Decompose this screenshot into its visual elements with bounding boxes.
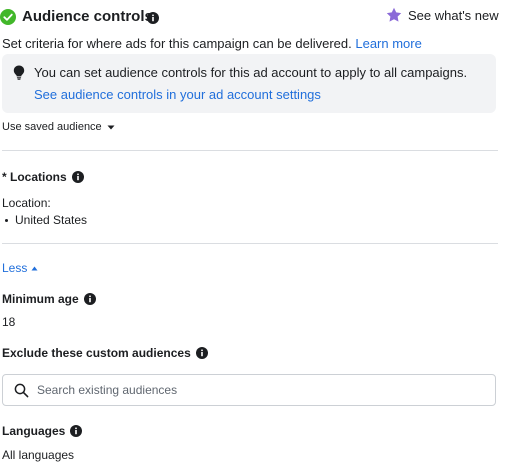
description: Set criteria for where ads for this camp…	[2, 36, 422, 51]
page-title: Audience controls	[22, 8, 153, 25]
exclude-audiences-heading: Exclude these custom audiences	[2, 346, 208, 360]
search-audiences-input[interactable]	[37, 375, 477, 405]
info-icon[interactable]	[147, 12, 159, 24]
info-icon[interactable]	[71, 171, 84, 183]
bullet-icon	[5, 218, 8, 222]
divider	[2, 243, 498, 244]
locations-title: * Locations	[2, 170, 67, 184]
check-circle-icon	[0, 9, 16, 25]
location-item: United States	[5, 213, 87, 227]
languages-value[interactable]: All languages	[2, 448, 74, 462]
whats-new-label: See what's new	[408, 7, 499, 23]
info-icon[interactable]	[83, 293, 96, 305]
lightbulb-icon	[13, 65, 25, 80]
see-whats-new-button[interactable]: See what's new	[386, 7, 499, 23]
languages-title: Languages	[2, 424, 66, 438]
less-label: Less	[2, 261, 28, 275]
exclude-audiences-title: Exclude these custom audiences	[2, 346, 191, 360]
notice-box: You can set audience controls for this a…	[2, 54, 496, 113]
locations-heading: * Locations	[2, 170, 84, 184]
minimum-age-title: Minimum age	[2, 292, 79, 306]
notice-text: You can set audience controls for this a…	[34, 65, 468, 80]
caret-up-icon	[31, 266, 38, 270]
use-saved-audience-dropdown[interactable]: Use saved audience	[2, 121, 115, 133]
star-icon	[386, 7, 402, 22]
description-text: Set criteria for where ads for this camp…	[2, 36, 352, 51]
languages-heading: Languages	[2, 424, 83, 438]
saved-audience-label: Use saved audience	[2, 121, 102, 133]
info-icon[interactable]	[195, 347, 208, 359]
search-audiences-field[interactable]	[2, 374, 496, 406]
location-label: Location:	[2, 196, 51, 210]
ad-account-settings-link[interactable]: See audience controls in your ad account…	[34, 87, 321, 102]
info-icon[interactable]	[70, 425, 83, 437]
less-toggle[interactable]: Less	[2, 261, 38, 275]
divider	[2, 150, 498, 151]
required-mark: *	[2, 170, 7, 184]
header: Audience controls See what's new	[0, 5, 500, 29]
minimum-age-heading: Minimum age	[2, 292, 96, 306]
caret-down-icon	[107, 125, 115, 129]
location-value: United States	[15, 213, 88, 227]
learn-more-link[interactable]: Learn more	[355, 36, 421, 51]
locations-title-text: Locations	[10, 170, 67, 184]
search-icon	[14, 383, 29, 398]
minimum-age-value[interactable]: 18	[2, 315, 15, 329]
